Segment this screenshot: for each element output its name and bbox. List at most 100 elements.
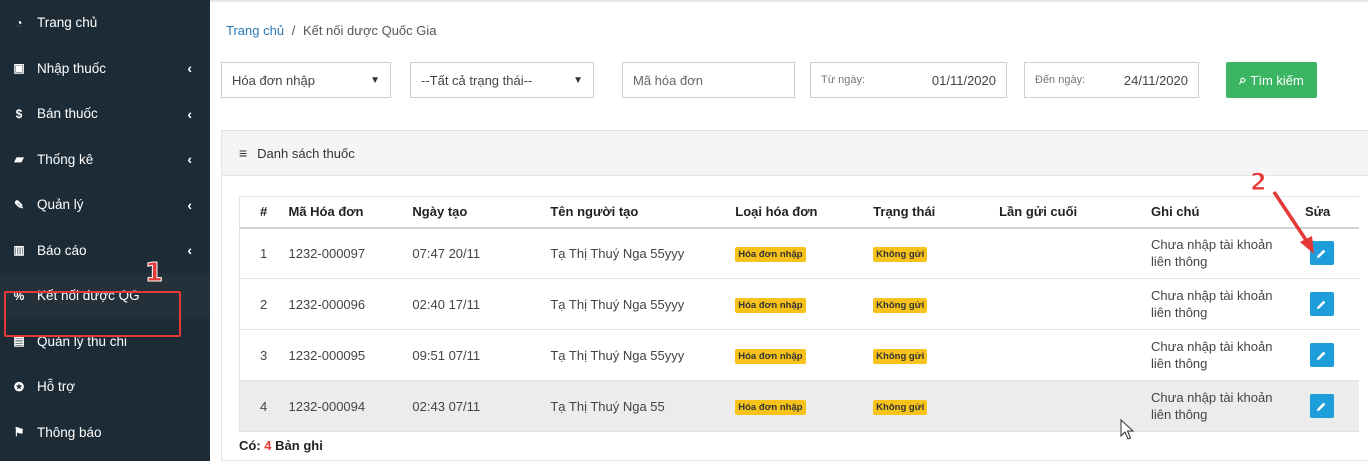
import-icon: ▣ [13,61,25,76]
pencil-icon [1317,300,1326,309]
cell-creator: Tạ Thị Thuý Nga 55yyy [550,278,736,330]
cell-edit [1290,380,1359,432]
cell-date: 09:51 07/11 [412,329,551,381]
search-button-label: Tìm kiếm [1250,72,1304,88]
status-value: --Tất cả trạng thái-- [421,72,533,88]
pencil-icon [1317,402,1326,411]
annotation-number-1: 1 [144,258,164,289]
edit-icon: ✎ [13,197,25,212]
annotation-highlight-box [4,291,181,337]
column-header-date: Ngày tạo [412,196,551,229]
from-date-field[interactable]: Từ ngày: 01/11/2020 [810,62,1007,98]
table-row: 3 1232-000095 09:51 07/11 Tạ Thị Thuý Ng… [239,329,1359,381]
cell-note: Chưa nhập tài khoản liên thông [1151,329,1291,381]
column-header-status: Trạng thái [873,196,1000,229]
table-row: 1 1232-000097 07:47 20/11 Tạ Thị Thuý Ng… [239,227,1359,279]
cell-type: Hóa đơn nhập [735,329,874,381]
sidebar-item-label: Bán thuốc [37,106,98,122]
chart-icon: ▥ [13,243,25,258]
cell-status: Không gửi [873,380,1000,432]
cell-creator: Tạ Thị Thuý Nga 55yyy [550,329,736,381]
to-date-field[interactable]: Đến ngày: 24/11/2020 [1024,62,1199,98]
sidebar-item-support[interactable]: ✪ Hỗ trợ [0,364,210,410]
table-row: 4 1232-000094 02:43 07/11 Tạ Thị Thuý Ng… [239,380,1359,432]
panel-title: Danh sách thuốc [257,145,355,161]
record-count-prefix: Có: [239,438,261,453]
column-header-last-sent: Lần gửi cuối [999,196,1152,229]
sidebar-item-label: Quản lý [37,197,84,213]
status-badge: Không gửi [873,246,928,262]
dollar-icon: $ [15,106,23,121]
support-icon: ✪ [13,379,25,394]
sidebar-item-label: Hỗ trợ [37,379,76,395]
edit-button[interactable] [1309,343,1334,367]
type-badge: Hóa đơn nhập [735,348,806,364]
table-row: 2 1232-000096 02:40 17/11 Tạ Thị Thuý Ng… [239,278,1359,330]
dashboard-icon: ◔ [15,15,23,30]
cell-status: Không gửi [873,329,1000,381]
breadcrumb-separator: / [291,23,296,38]
from-date-label: Từ ngày: [821,74,866,86]
cell-last-sent [999,329,1152,381]
sidebar-item-label: Nhập thuốc [37,60,107,76]
chevron-left-icon: ‹ [187,60,192,77]
cell-index: 1 [239,227,275,279]
cell-edit [1290,278,1359,330]
record-count-value: 4 [264,438,272,453]
sidebar-item-manage[interactable]: ✎ Quản lý ‹ [0,182,210,228]
type-badge: Hóa đơn nhập [735,246,806,262]
cell-date: 02:43 07/11 [412,380,551,432]
sidebar-item-stats[interactable]: ▰ Thống kê ‹ [0,137,210,183]
sidebar-item-label: Thông báo [37,424,102,440]
cell-status: Không gửi [873,227,1000,279]
medicine-list-panel: ≡ Danh sách thuốc # Mã Hóa đơn Ngày tạo … [221,130,1368,461]
chevron-down-icon: ▼ [573,74,583,86]
sidebar-item-label: Thống kê [37,151,94,167]
cell-index: 2 [239,278,275,330]
cell-note: Chưa nhập tài khoản liên thông [1151,380,1291,432]
sidebar-item-notifications[interactable]: ⚑ Thông báo [0,410,210,456]
cell-index: 3 [239,329,275,381]
cell-type: Hóa đơn nhập [735,278,874,330]
edit-button[interactable] [1309,394,1334,418]
status-badge: Không gửi [873,348,928,364]
chevron-left-icon: ‹ [187,242,192,259]
column-header-index: # [239,196,275,229]
sidebar-item-sales[interactable]: $ Bán thuốc ‹ [0,91,210,137]
breadcrumb-home-link[interactable]: Trang chủ [226,23,284,38]
annotation-number-2: 2 [1250,168,1268,197]
sidebar-item-reports[interactable]: ▥ Báo cáo ‹ [0,228,210,274]
chevron-left-icon: ‹ [187,105,192,122]
record-count: Có: 4 Bản ghi [239,438,323,453]
table-header-row: # Mã Hóa đơn Ngày tạo Tên người tạo Loại… [239,196,1359,229]
invoice-table: # Mã Hóa đơn Ngày tạo Tên người tạo Loại… [239,196,1359,432]
cell-note: Chưa nhập tài khoản liên thông [1151,278,1291,330]
cell-creator: Tạ Thị Thuý Nga 55 [550,380,736,432]
type-badge: Hóa đơn nhập [735,297,806,313]
annotation-arrow-icon [1272,191,1314,254]
search-button[interactable]: ⌕ Tìm kiếm [1226,62,1317,98]
mouse-cursor-icon [1120,419,1135,440]
folder-icon: ▰ [14,152,24,167]
to-date-label: Đến ngày: [1035,74,1086,86]
cell-code: 1232-000094 [274,380,413,432]
column-header-code: Mã Hóa đơn [274,196,413,229]
record-count-suffix: Bản ghi [275,438,323,453]
cell-type: Hóa đơn nhập [735,380,874,432]
sidebar-item-label: Báo cáo [37,242,87,258]
invoice-code-input[interactable]: Mã hóa đơn [622,62,795,98]
breadcrumb-current: Kết nối dược Quốc Gia [302,23,437,38]
sidebar-item-import[interactable]: ▣ Nhập thuốc ‹ [0,46,210,92]
panel-header: ≡ Danh sách thuốc [222,131,1368,176]
cell-code: 1232-000095 [274,329,413,381]
sidebar-item-home[interactable]: ◔ Trang chủ [0,0,210,46]
cell-last-sent [999,227,1152,279]
status-select[interactable]: --Tất cả trạng thái-- ▼ [410,62,594,98]
chevron-left-icon: ‹ [187,196,192,213]
edit-button[interactable] [1309,292,1334,316]
to-date-value: 24/11/2020 [1123,72,1188,88]
sidebar: ◔ Trang chủ ▣ Nhập thuốc ‹ $ Bán thuốc ‹… [0,0,210,461]
invoice-type-select[interactable]: Hóa đơn nhập ▼ [221,62,391,98]
column-header-type: Loại hóa đơn [735,196,874,229]
from-date-value: 01/11/2020 [931,72,996,88]
